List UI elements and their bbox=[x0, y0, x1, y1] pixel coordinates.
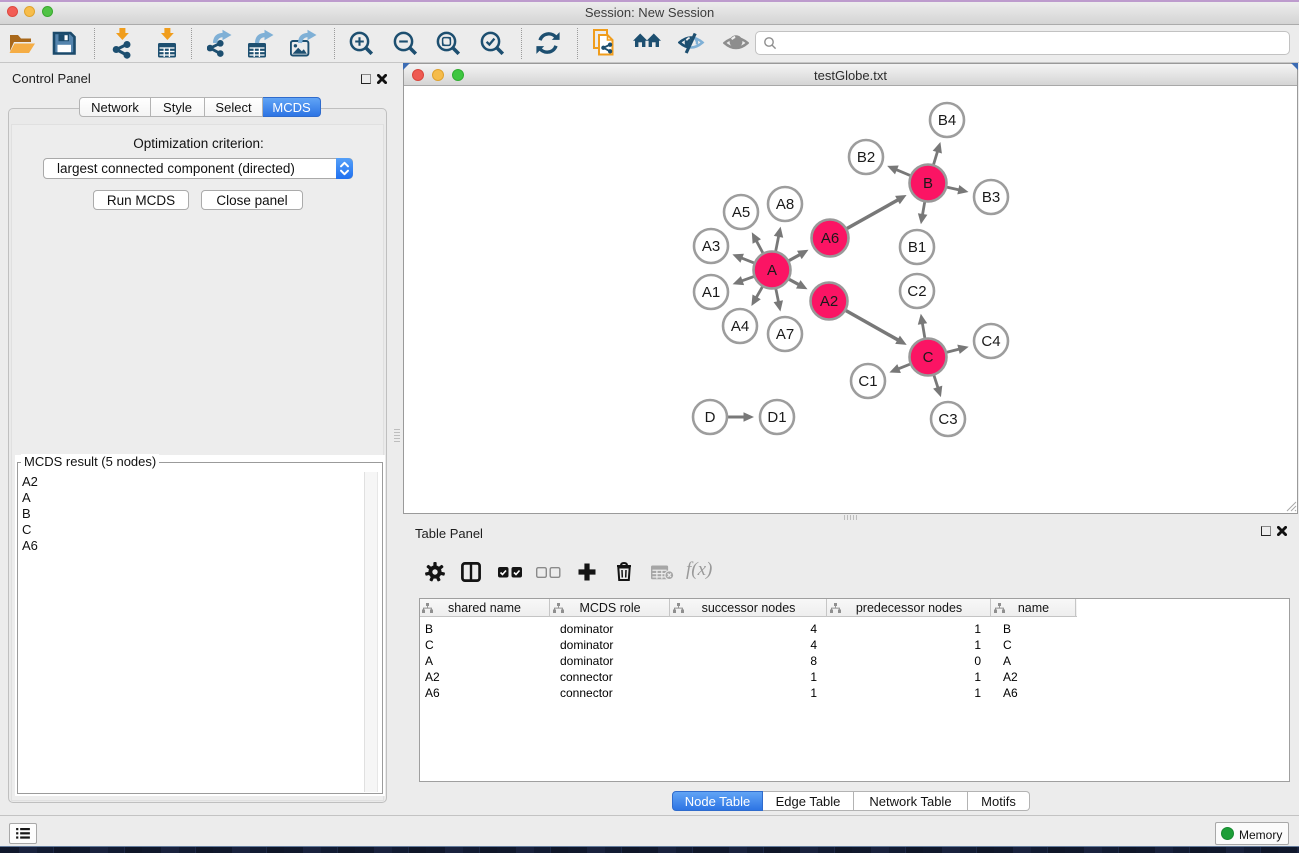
svg-text:C4: C4 bbox=[981, 333, 1000, 350]
svg-text:B3: B3 bbox=[982, 189, 1000, 206]
svg-text:A2: A2 bbox=[820, 293, 838, 310]
svg-text:A3: A3 bbox=[702, 238, 720, 255]
svg-text:A7: A7 bbox=[776, 326, 794, 343]
svg-text:D1: D1 bbox=[767, 409, 786, 426]
svg-text:C3: C3 bbox=[938, 411, 957, 428]
svg-text:C: C bbox=[923, 349, 934, 366]
svg-text:B: B bbox=[923, 175, 933, 192]
svg-text:B1: B1 bbox=[908, 239, 926, 256]
svg-text:A1: A1 bbox=[702, 284, 720, 301]
svg-text:B2: B2 bbox=[857, 149, 875, 166]
svg-text:B4: B4 bbox=[938, 112, 956, 129]
svg-text:A6: A6 bbox=[821, 230, 839, 247]
svg-text:A: A bbox=[767, 262, 777, 279]
svg-text:C2: C2 bbox=[907, 283, 926, 300]
svg-text:D: D bbox=[705, 409, 716, 426]
svg-text:C1: C1 bbox=[858, 373, 877, 390]
svg-text:A5: A5 bbox=[732, 204, 750, 221]
svg-text:A8: A8 bbox=[776, 196, 794, 213]
svg-text:A4: A4 bbox=[731, 318, 749, 335]
